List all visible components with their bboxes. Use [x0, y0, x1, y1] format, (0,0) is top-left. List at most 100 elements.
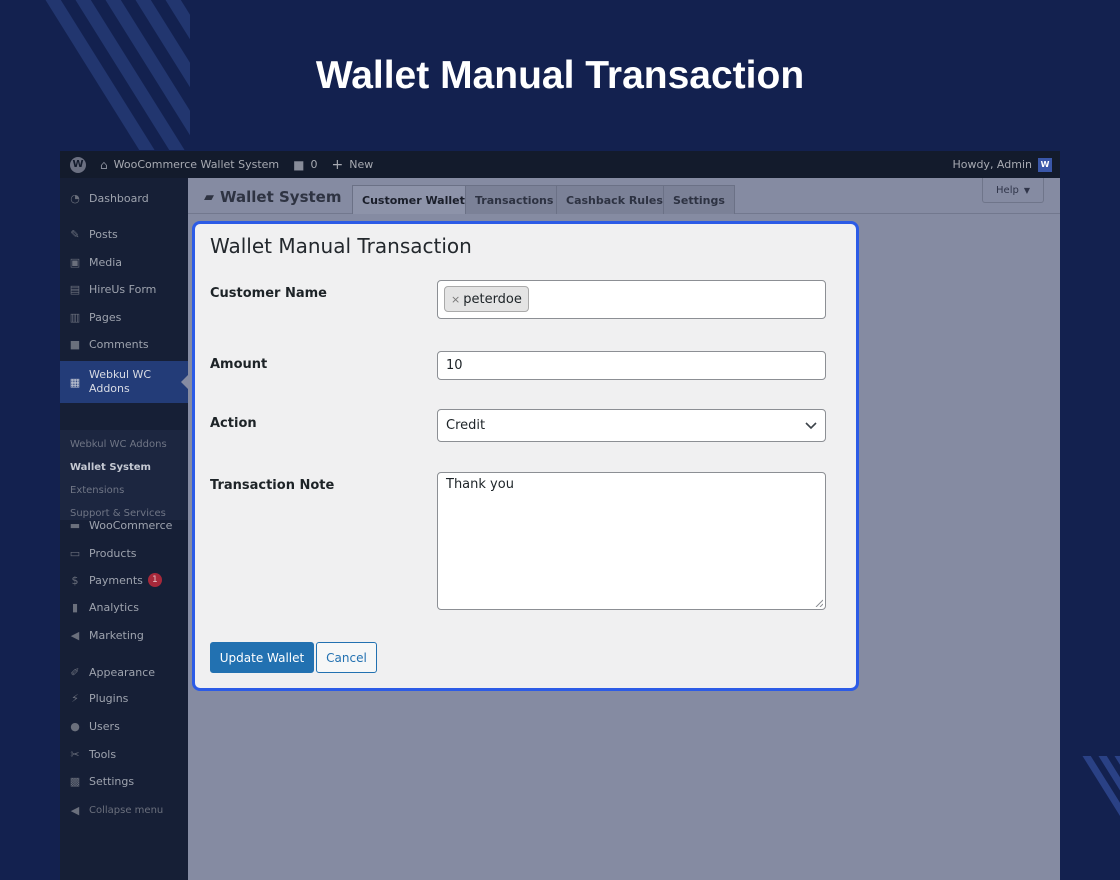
bag-icon: ▦ — [69, 375, 81, 389]
sidebar-item-settings[interactable]: ▩ Settings — [60, 773, 188, 789]
decorative-stripes-bottom-right — [1060, 756, 1120, 840]
archive-icon: ▭ — [69, 546, 81, 560]
sidebar-item-label: Appearance — [89, 665, 156, 679]
sidebar-item-plugins[interactable]: ⚡ Plugins — [60, 690, 188, 706]
sidebar-item-label: Users — [89, 719, 120, 733]
cancel-button[interactable]: Cancel — [316, 642, 377, 673]
sidebar-item-webkul-wc-addons[interactable]: ▦ Webkul WC Addons — [60, 361, 188, 403]
pin-icon: ✎ — [70, 227, 80, 241]
my-account-link[interactable]: Howdy, Admin W — [952, 157, 1052, 172]
submenu-item-webkul-wc-addons[interactable]: Webkul WC Addons — [70, 439, 167, 450]
sidebar-item-label: Payments — [89, 573, 143, 587]
hero-title: Wallet Manual Transaction — [315, 54, 805, 97]
sidebar-item-media[interactable]: ▣ Media — [60, 254, 188, 270]
sidebar-item-marketing[interactable]: ◀ Marketing — [60, 627, 188, 643]
caret-down-icon: ▼ — [1023, 185, 1030, 195]
sidebar-item-tools[interactable]: ✂ Tools — [60, 746, 188, 762]
comment-icon: ■ — [69, 337, 81, 351]
comments-link[interactable]: ■ 0 — [293, 158, 317, 172]
admin-bar: W ⌂ WooCommerce Wallet System ■ 0 + New … — [60, 151, 1060, 178]
submenu-item-extensions[interactable]: Extensions — [70, 485, 124, 496]
help-button[interactable]: Help ▼ — [982, 178, 1044, 203]
sidebar-item-label: WooCommerce — [89, 518, 173, 532]
sidebar-item-pages[interactable]: ▥ Pages — [60, 309, 188, 325]
transaction-note-textarea[interactable]: Thank you — [437, 472, 826, 610]
payment-icon: $ — [71, 573, 79, 587]
plus-icon: + — [331, 156, 344, 173]
wordpress-icon: W — [70, 156, 86, 173]
sidebar-item-label: Analytics — [89, 600, 139, 614]
customer-tag-label: peterdoe — [463, 291, 522, 307]
site-name: WooCommerce Wallet System — [113, 158, 280, 171]
sidebar-item-appearance[interactable]: ✐ Appearance — [60, 664, 188, 680]
pages-icon: ▥ — [69, 310, 81, 324]
sidebar-item-label: HireUs Form — [89, 282, 157, 296]
form-icon: ▤ — [69, 282, 81, 296]
site-name-link[interactable]: ⌂ WooCommerce Wallet System — [100, 158, 279, 172]
chart-icon: ▮ — [71, 600, 79, 614]
sidebar-item-label: Comments — [89, 337, 149, 351]
dashboard-icon: ◔ — [70, 191, 80, 205]
collapse-label: Collapse menu — [89, 804, 164, 816]
admin-sidebar: Webkul WC Addons Wallet System Extension… — [60, 178, 188, 880]
tab-transactions[interactable]: Transactions — [465, 185, 564, 214]
sidebar-item-label: Posts — [89, 227, 118, 241]
submenu-webkul: Webkul WC Addons Wallet System Extension… — [60, 430, 188, 520]
customer-name-select[interactable]: × peterdoe — [437, 280, 826, 319]
sidebar-item-payments[interactable]: $ Payments 1 — [60, 572, 188, 588]
page-title-text: Wallet System — [220, 188, 342, 206]
new-label: New — [349, 158, 374, 171]
resize-handle-icon[interactable] — [815, 599, 823, 607]
comment-icon: ■ — [293, 157, 305, 172]
sidebar-item-woocommerce[interactable]: ▬ WooCommerce — [60, 517, 188, 533]
megaphone-icon: ◀ — [70, 628, 80, 642]
user-icon: ● — [70, 719, 80, 733]
action-select[interactable]: Credit — [437, 409, 826, 442]
wallet-transaction-modal: Wallet Manual Transaction Customer Name … — [192, 221, 859, 691]
sidebar-item-label: Dashboard — [89, 191, 149, 205]
amount-input[interactable]: 10 — [437, 351, 826, 380]
tab-bar: ▰ Wallet System Customer Wallet Transact… — [188, 178, 1060, 214]
plugin-icon: ⚡ — [71, 691, 79, 705]
collapse-icon: ◀ — [70, 803, 80, 817]
active-indicator — [181, 375, 188, 389]
sidebar-item-users[interactable]: ● Users — [60, 718, 188, 734]
wrench-icon: ✂ — [70, 747, 80, 761]
sidebar-item-label: Pages — [89, 310, 122, 324]
remove-tag-icon[interactable]: × — [451, 293, 460, 306]
sidebar-item-label: Marketing — [89, 628, 144, 642]
tab-customer-wallet[interactable]: Customer Wallet — [352, 185, 475, 214]
sidebar-item-label: Settings — [89, 774, 135, 788]
sidebar-item-label: Media — [89, 255, 123, 269]
new-content-link[interactable]: + New — [331, 157, 373, 173]
sidebar-item-posts[interactable]: ✎ Posts — [60, 226, 188, 242]
media-icon: ▣ — [69, 255, 81, 269]
wp-logo-button[interactable]: W — [70, 156, 86, 173]
brush-icon: ✐ — [70, 665, 80, 679]
page-title: ▰ Wallet System — [204, 188, 341, 206]
sidebar-item-comments[interactable]: ■ Comments — [60, 336, 188, 352]
modal-title: Wallet Manual Transaction — [210, 234, 472, 258]
woo-icon: ▬ — [69, 518, 81, 532]
sidebar-item-products[interactable]: ▭ Products — [60, 545, 188, 561]
wallet-icon: ▰ — [204, 189, 214, 205]
help-label: Help — [996, 184, 1019, 196]
sidebar-item-hireus-form[interactable]: ▤ HireUs Form — [60, 281, 188, 297]
sidebar-item-label: Plugins — [89, 691, 129, 705]
sidebar-item-dashboard[interactable]: ◔ Dashboard — [60, 190, 188, 206]
update-wallet-button[interactable]: Update Wallet — [210, 642, 314, 673]
sidebar-item-analytics[interactable]: ▮ Analytics — [60, 599, 188, 615]
tab-cashback-rules[interactable]: Cashback Rules — [556, 185, 673, 214]
tab-settings[interactable]: Settings — [663, 185, 735, 214]
action-label: Action — [210, 416, 257, 431]
collapse-menu-button[interactable]: ◀ Collapse menu — [60, 802, 188, 818]
sidebar-item-label: Tools — [89, 747, 117, 761]
avatar: W — [1038, 157, 1052, 172]
greeting: Howdy, Admin — [952, 158, 1032, 171]
sidebar-item-label: Products — [89, 546, 137, 560]
submenu-item-wallet-system[interactable]: Wallet System — [70, 462, 151, 473]
notification-badge: 1 — [147, 573, 162, 587]
transaction-note-label: Transaction Note — [210, 478, 335, 493]
transaction-note-value: Thank you — [446, 477, 514, 492]
action-selected-value: Credit — [446, 418, 486, 433]
